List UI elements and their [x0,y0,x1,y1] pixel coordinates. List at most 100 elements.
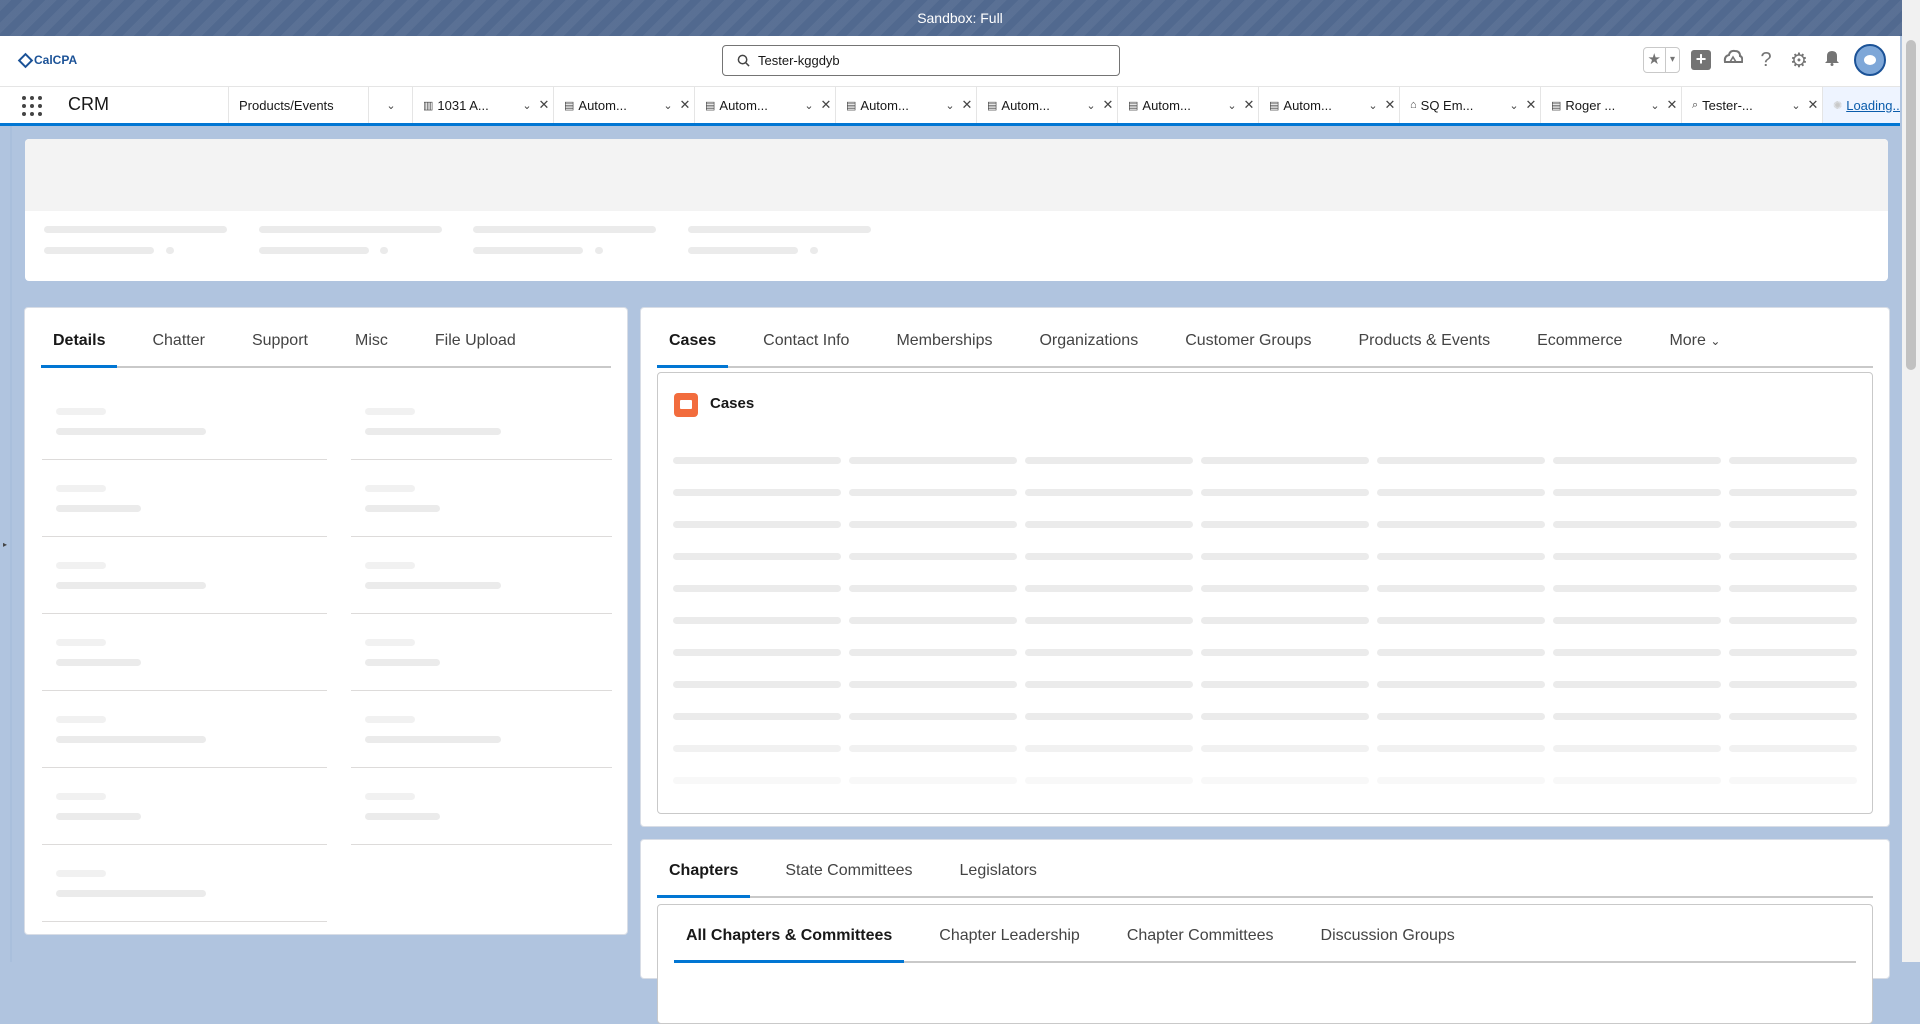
workspace-tab[interactable]: ▥ 1031 A... ⌄ ✕ [412,87,553,123]
chevron-down-icon[interactable]: ⌄ [1224,99,1240,112]
chevron-down-icon[interactable]: ⌄ [1647,99,1663,112]
workspace-tab[interactable]: ⌂ SQ Em... ⌄ ✕ [1399,87,1540,123]
tab-chapters[interactable]: Chapters [657,854,750,898]
close-icon[interactable]: ✕ [1522,97,1540,113]
tab-more[interactable]: More ⌄ [1657,324,1732,366]
tab-support[interactable]: Support [240,324,320,366]
close-icon[interactable]: ✕ [817,97,835,113]
tab-memberships[interactable]: Memberships [884,324,1004,366]
workspace-tab[interactable]: ▤ Autom... ⌄ ✕ [694,87,835,123]
cases-list-title[interactable]: Cases [710,395,754,412]
skeleton-cell [1201,521,1369,528]
tab-chapter-committees[interactable]: Chapter Committees [1115,919,1286,961]
close-icon[interactable]: ✕ [1099,97,1117,113]
tab-chatter[interactable]: Chatter [140,324,216,366]
close-icon[interactable]: ✕ [1804,97,1822,113]
tab-file-upload[interactable]: File Upload [423,324,528,366]
skeleton-label [56,639,106,646]
chevron-down-icon[interactable]: ⌄ [1365,99,1381,112]
skeleton-cell [1201,489,1369,496]
chevron-down-icon[interactable]: ⌄ [1788,99,1804,112]
skeleton-label [365,716,415,723]
field-divider [42,690,327,691]
chapters-subpanel: All Chapters & Committees Chapter Leader… [657,904,1873,1024]
chevron-down-icon[interactable]: ⌄ [1506,99,1522,112]
chevron-down-icon[interactable]: ⌄ [519,99,535,112]
scrollbar-thumb[interactable] [1906,40,1916,370]
close-icon[interactable]: ✕ [676,97,694,113]
favorites-star-icon[interactable]: ★ [1644,48,1665,72]
chevron-down-icon[interactable]: ⌄ [801,99,817,112]
tab-discussion-groups[interactable]: Discussion Groups [1309,919,1467,961]
calcpa-logo[interactable]: CalCPA [17,52,77,68]
workspace-tab[interactable]: ▤ Autom... ⌄ ✕ [1117,87,1258,123]
workspace-tab[interactable]: ▤ Autom... ⌄ ✕ [835,87,976,123]
page-scrollbar[interactable] [1902,0,1920,962]
close-icon[interactable]: ✕ [1240,97,1258,113]
tab-chapter-leadership[interactable]: Chapter Leadership [927,919,1092,961]
related-tabset: Cases Contact Info Memberships Organizat… [657,324,1873,368]
close-icon[interactable]: ✕ [535,97,553,113]
tab-state-committees[interactable]: State Committees [773,854,924,896]
skeleton-cell [1025,745,1193,752]
close-icon[interactable]: ✕ [958,97,976,113]
skeleton-cell [1201,649,1369,656]
skeleton-cell [673,681,841,688]
skeleton-line [44,247,154,254]
workspace-tab-label: SQ Em... [1420,97,1474,113]
user-avatar[interactable] [1854,44,1886,76]
skeleton-cell [1729,617,1857,624]
skeleton-cell [673,713,841,720]
chevron-down-icon[interactable]: ⌄ [660,99,676,112]
tab-ecommerce[interactable]: Ecommerce [1525,324,1634,366]
workspace-tab[interactable]: ⌕ Tester-... ⌄ ✕ [1681,87,1822,123]
details-tabset: Details Chatter Support Misc File Upload [41,324,611,368]
chevron-down-icon[interactable]: ⌄ [942,99,958,112]
help-icon[interactable]: ? [1755,49,1777,72]
skeleton-cell [1201,617,1369,624]
skeleton-cell [1729,585,1857,592]
skeleton-line [259,226,442,233]
collapse-toggle-icon[interactable]: ▸ [3,540,7,549]
trailhead-icon[interactable] [1722,48,1744,72]
notifications-bell-icon[interactable] [1821,48,1843,72]
tab-legislators[interactable]: Legislators [948,854,1049,896]
skeleton-value [56,582,206,589]
setup-gear-icon[interactable]: ⚙ [1788,48,1810,73]
chevron-down-icon[interactable]: ⌄ [1083,99,1099,112]
loading-tab-label: Loading... [1846,97,1900,113]
tab-organizations[interactable]: Organizations [1027,324,1150,366]
tab-customer-groups[interactable]: Customer Groups [1173,324,1323,366]
close-icon[interactable]: ✕ [1381,97,1399,113]
skeleton-cell [849,489,1017,496]
tab-products-events[interactable]: Products & Events [1346,324,1502,366]
favorites-dropdown-icon[interactable]: ▾ [1664,48,1679,72]
skeleton-cell [1377,617,1545,624]
global-search-input[interactable]: Tester-kggdyb [722,45,1120,76]
workspace-tab-label: Autom... [578,97,627,113]
nav-menu-dropdown[interactable]: ⌄ [368,87,412,123]
related-lists-card: Cases Contact Info Memberships Organizat… [640,307,1890,827]
workspace-tab[interactable]: ▤ Autom... ⌄ ✕ [976,87,1117,123]
skeleton-cell [1201,553,1369,560]
tab-misc[interactable]: Misc [343,324,400,366]
skeleton-label [56,408,106,415]
workspace-tab-loading[interactable]: ✺ Loading... [1822,87,1900,123]
global-actions-plus-icon[interactable]: + [1691,50,1711,70]
skeleton-dot [380,247,388,254]
workspace-tab[interactable]: ▤ Autom... ⌄ ✕ [553,87,694,123]
app-launcher-icon[interactable] [22,96,42,116]
tab-details[interactable]: Details [41,324,117,368]
workspace-tab[interactable]: ▤ Autom... ⌄ ✕ [1258,87,1399,123]
skeleton-cell [1201,585,1369,592]
contact-card-icon: ▤ [846,99,857,112]
tab-all-chapters-committees[interactable]: All Chapters & Committees [674,919,904,963]
tab-cases[interactable]: Cases [657,324,728,368]
workspace-tab[interactable]: ▤ Roger ... ⌄ ✕ [1540,87,1681,123]
close-icon[interactable]: ✕ [1663,97,1681,113]
skeleton-cell [1377,713,1545,720]
nav-item-products-events[interactable]: Products/Events [228,87,368,123]
skeleton-cell [1729,553,1857,560]
tab-contact-info[interactable]: Contact Info [751,324,861,366]
skeleton-cell [673,745,841,752]
